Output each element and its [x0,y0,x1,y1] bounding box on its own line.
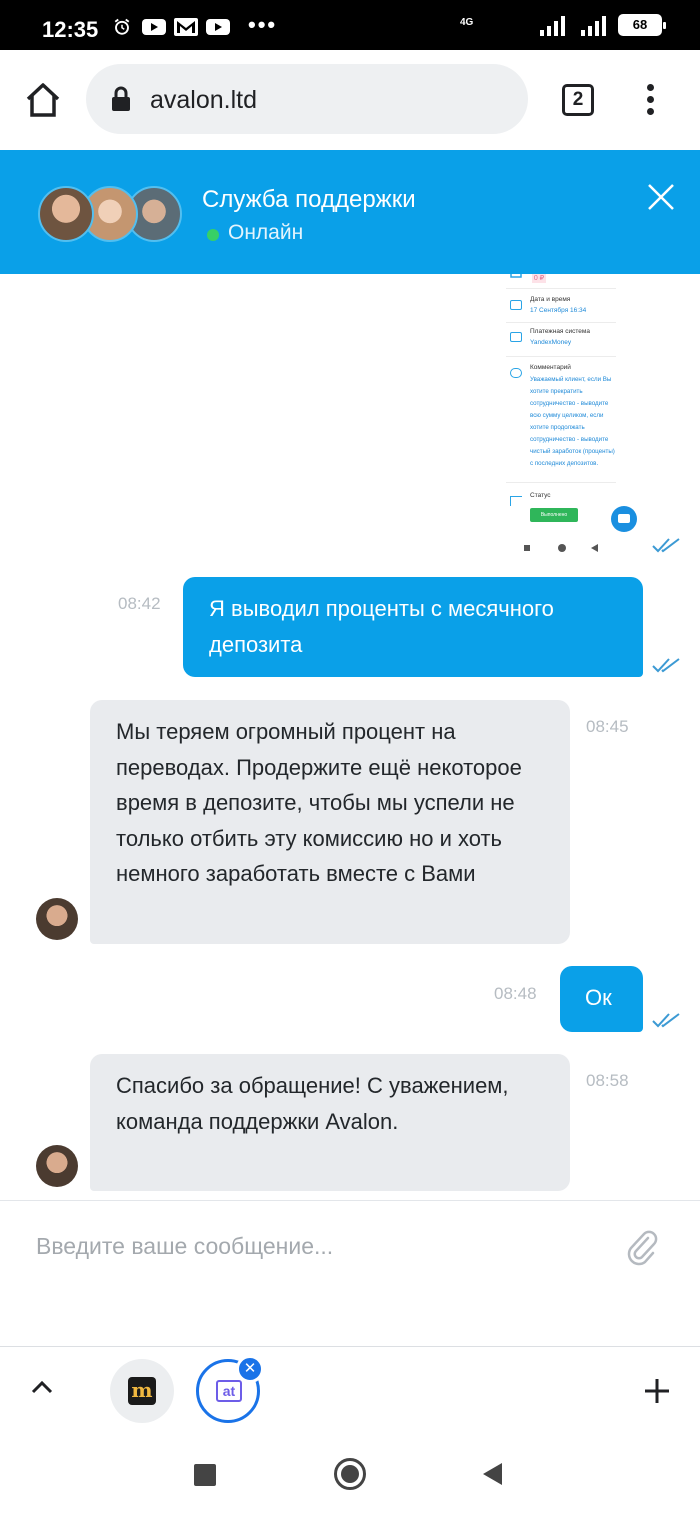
alarm-icon [114,18,130,35]
message-incoming: Спасибо за обращение! С уважением, коман… [90,1054,570,1191]
notification-icons [110,18,230,36]
avatar [36,1145,78,1187]
divider [506,288,616,289]
screenshot-navbar [480,540,643,558]
status-badge: Выполнено [530,508,578,522]
message-time: 08:58 [586,1071,629,1090]
app-m-icon: m [128,1377,156,1405]
system-navigation [0,1434,700,1517]
agent-avatars [38,186,182,242]
amount-badge: 0 ₽ [532,274,546,283]
comment-label: Комментарий [530,364,571,371]
url-text[interactable]: avalon.ltd [150,86,257,115]
gmail-icon [174,18,198,36]
attach-icon[interactable] [626,1229,658,1267]
signal-icon [540,16,565,36]
status-bar: 12:35 ••• 4G 68 [0,0,700,50]
menu-icon[interactable] [644,84,656,118]
status-label: Статус [530,492,551,499]
read-check-icon [652,1013,680,1028]
tab-app-m[interactable]: m [110,1359,174,1423]
more-notifications-icon: ••• [248,12,278,37]
chat-icon [611,506,637,532]
payment-value: YandexMoney [530,339,572,346]
divider [506,356,616,357]
online-status-icon [207,229,219,241]
app-at-icon: at [216,1380,242,1402]
date-value: 17 Сентября 16:34 [530,307,587,314]
address-bar[interactable]: avalon.ltd [86,64,528,134]
avatar [36,898,78,940]
calendar-icon [510,300,522,310]
shared-screenshot[interactable]: 0 ₽ Дата и время 17 Сентября 16:34 Плате… [480,274,643,540]
message-time: 08:42 [118,594,161,613]
square-icon [524,545,530,551]
home-circle-icon [558,544,566,552]
divider [506,482,616,483]
youtube-icon [142,19,166,35]
read-check-icon [652,538,680,553]
message-time: 08:48 [494,984,537,1003]
youtube-icon [206,19,230,35]
status-time: 12:35 [42,17,99,42]
tabs-button[interactable]: 2 [562,84,594,116]
message-outgoing: Я выводил проценты с месячного депозита [183,577,643,677]
close-tab-icon[interactable]: ✕ [236,1355,264,1383]
browser-toolbar: avalon.ltd 2 [0,50,700,150]
back-icon [591,544,598,552]
flag-icon [510,496,522,506]
message-outgoing: Ок [560,966,643,1032]
back-icon[interactable] [482,1462,504,1486]
home-icon[interactable] [24,82,62,118]
avatar [38,186,94,242]
comment-value: Уважаемый клиент, если Вы хотите прекрат… [530,376,615,467]
wallet-icon [510,332,522,342]
read-check-icon [652,658,680,673]
chat-title: Служба поддержки [202,186,416,213]
message-incoming: Мы теряем огромный процент на переводах.… [90,700,570,944]
bottom-toolbar: m at ✕ [0,1346,700,1434]
battery-icon: 68 [618,14,666,36]
card-icon [510,274,522,278]
message-time: 08:45 [586,717,629,736]
home-button-icon[interactable] [334,1458,366,1490]
message-input-area: Введите ваше сообщение... [0,1200,700,1345]
comment-icon [510,368,522,378]
chat-header: Служба поддержки Онлайн [0,150,700,274]
online-status: Онлайн [228,221,304,244]
system-indicators: 4G 68 [460,14,666,36]
plus-icon[interactable] [643,1377,671,1405]
recents-icon[interactable] [194,1464,216,1486]
message-input[interactable]: Введите ваше сообщение... [36,1233,333,1260]
lock-icon [112,86,130,111]
chevron-up-icon[interactable] [30,1379,54,1395]
close-icon[interactable] [646,182,676,212]
divider [506,322,616,323]
signal-icon [581,16,606,36]
network-type: 4G [460,17,474,28]
